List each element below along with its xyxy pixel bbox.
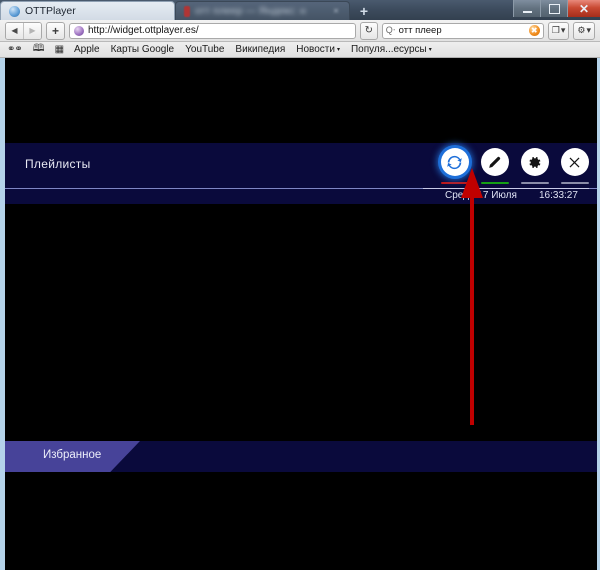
refresh-underline bbox=[440, 182, 469, 184]
close-x-icon[interactable] bbox=[560, 148, 589, 176]
favourites-title: Избранное bbox=[43, 449, 102, 461]
tab-close-icon[interactable]: × bbox=[333, 6, 339, 17]
ottplayer-app: Плейлисты Среда 17 Июля 16:33:27 Избранн… bbox=[5, 58, 597, 570]
bookmark-popular-resources[interactable]: Популя...есурсы ▾ bbox=[351, 44, 432, 55]
window-controls: ✕ bbox=[513, 0, 600, 17]
search-input[interactable]: отт плеер bbox=[399, 25, 526, 36]
nav-button-group: ◀ ▶ bbox=[5, 21, 42, 40]
settings-menu-button[interactable]: ⚙ ▾ bbox=[573, 21, 595, 40]
address-bar[interactable]: http://widget.ottplayer.es/ bbox=[69, 22, 356, 39]
edit-underline bbox=[480, 182, 509, 184]
maximize-button[interactable] bbox=[540, 0, 567, 17]
forward-button[interactable]: ▶ bbox=[23, 22, 41, 39]
settings-gear-icon[interactable] bbox=[520, 148, 549, 176]
globe-icon bbox=[9, 5, 20, 17]
page-icon: ❐ bbox=[551, 25, 560, 35]
favourites-section[interactable]: Избранное bbox=[5, 441, 597, 472]
refresh-icon[interactable] bbox=[440, 148, 469, 176]
search-bar[interactable]: Q‧ отт плеер ✖ bbox=[381, 22, 544, 39]
grid-icon[interactable]: ▦ bbox=[55, 44, 65, 55]
bookmark-google-maps[interactable]: Карты Google bbox=[111, 44, 175, 55]
date-label: Среда 17 Июля bbox=[445, 190, 517, 201]
tab-ottplayer[interactable]: OTTPlayer bbox=[0, 1, 175, 20]
chevron-down-icon: ▾ bbox=[560, 25, 566, 35]
bookmarks-bar: ⚭⚭ 🕮 ▦ Apple Карты Google YouTube Википе… bbox=[0, 42, 600, 58]
gear-icon: ⚙ bbox=[577, 25, 586, 35]
yandex-icon bbox=[184, 5, 190, 17]
settings-underline bbox=[520, 182, 549, 184]
title-bar: OTTPlayer отт плеер — Яндекс: н × + ✕ bbox=[0, 0, 600, 20]
book-icon[interactable]: 🕮 bbox=[33, 41, 45, 58]
playlists-section: Плейлисты bbox=[5, 143, 597, 188]
back-button[interactable]: ◀ bbox=[6, 22, 23, 39]
annotation-arrow bbox=[461, 168, 483, 425]
add-tab-button[interactable]: + bbox=[46, 21, 65, 40]
edit-pencil-icon[interactable] bbox=[480, 148, 509, 176]
tab-ghost-text bbox=[83, 5, 92, 17]
playlists-title: Плейлисты bbox=[25, 157, 91, 171]
page-viewport: Плейлисты Среда 17 Июля 16:33:27 Избранн… bbox=[0, 58, 600, 570]
time-label: 16:33:27 bbox=[539, 190, 578, 201]
bookmark-youtube[interactable]: YouTube bbox=[185, 44, 224, 55]
new-tab-button[interactable]: + bbox=[350, 1, 378, 20]
page-menu-button[interactable]: ❐ ▾ bbox=[547, 21, 570, 40]
settings-action[interactable] bbox=[520, 148, 549, 184]
bookmark-news[interactable]: Новости ▾ bbox=[296, 44, 340, 55]
bookmark-label: Популя...есурсы bbox=[350, 44, 427, 55]
address-bar-value: http://widget.ottplayer.es/ bbox=[88, 25, 199, 36]
datetime-divider bbox=[423, 188, 589, 189]
close-underline bbox=[560, 182, 589, 184]
bookmark-wikipedia[interactable]: Википедия bbox=[235, 44, 285, 55]
bookmark-apple[interactable]: Apple bbox=[74, 44, 100, 55]
browser-toolbar: ◀ ▶ + http://widget.ottplayer.es/ ↻ Q‧ о… bbox=[0, 20, 600, 42]
search-icon: Q‧ bbox=[385, 25, 396, 35]
close-window-button[interactable]: ✕ bbox=[567, 0, 600, 17]
tab-title: отт плеер — Яндекс: н bbox=[195, 5, 306, 17]
playlists-action-bar bbox=[440, 148, 589, 184]
refresh-action[interactable] bbox=[440, 148, 469, 184]
edit-action[interactable] bbox=[480, 148, 509, 184]
tab-title: OTTPlayer bbox=[25, 5, 76, 17]
tab-yandex[interactable]: отт плеер — Яндекс: н × bbox=[175, 1, 350, 20]
chevron-down-icon: ▾ bbox=[336, 47, 340, 53]
site-favicon-icon bbox=[74, 25, 84, 36]
close-action[interactable] bbox=[560, 148, 589, 184]
chevron-down-icon: ▾ bbox=[428, 47, 432, 53]
chevron-down-icon: ▾ bbox=[586, 25, 591, 35]
reload-button[interactable]: ↻ bbox=[359, 21, 378, 40]
glasses-icon[interactable]: ⚭⚭ bbox=[7, 44, 23, 55]
browser-window: OTTPlayer отт плеер — Яндекс: н × + ✕ ◀ … bbox=[0, 0, 600, 570]
bookmark-label: Новости bbox=[296, 44, 335, 55]
minimize-button[interactable] bbox=[513, 0, 540, 17]
search-stop-icon[interactable]: ✖ bbox=[528, 25, 540, 36]
datetime-bar: Среда 17 Июля 16:33:27 bbox=[5, 188, 597, 204]
tab-strip: OTTPlayer отт плеер — Яндекс: н × + bbox=[0, 0, 378, 20]
